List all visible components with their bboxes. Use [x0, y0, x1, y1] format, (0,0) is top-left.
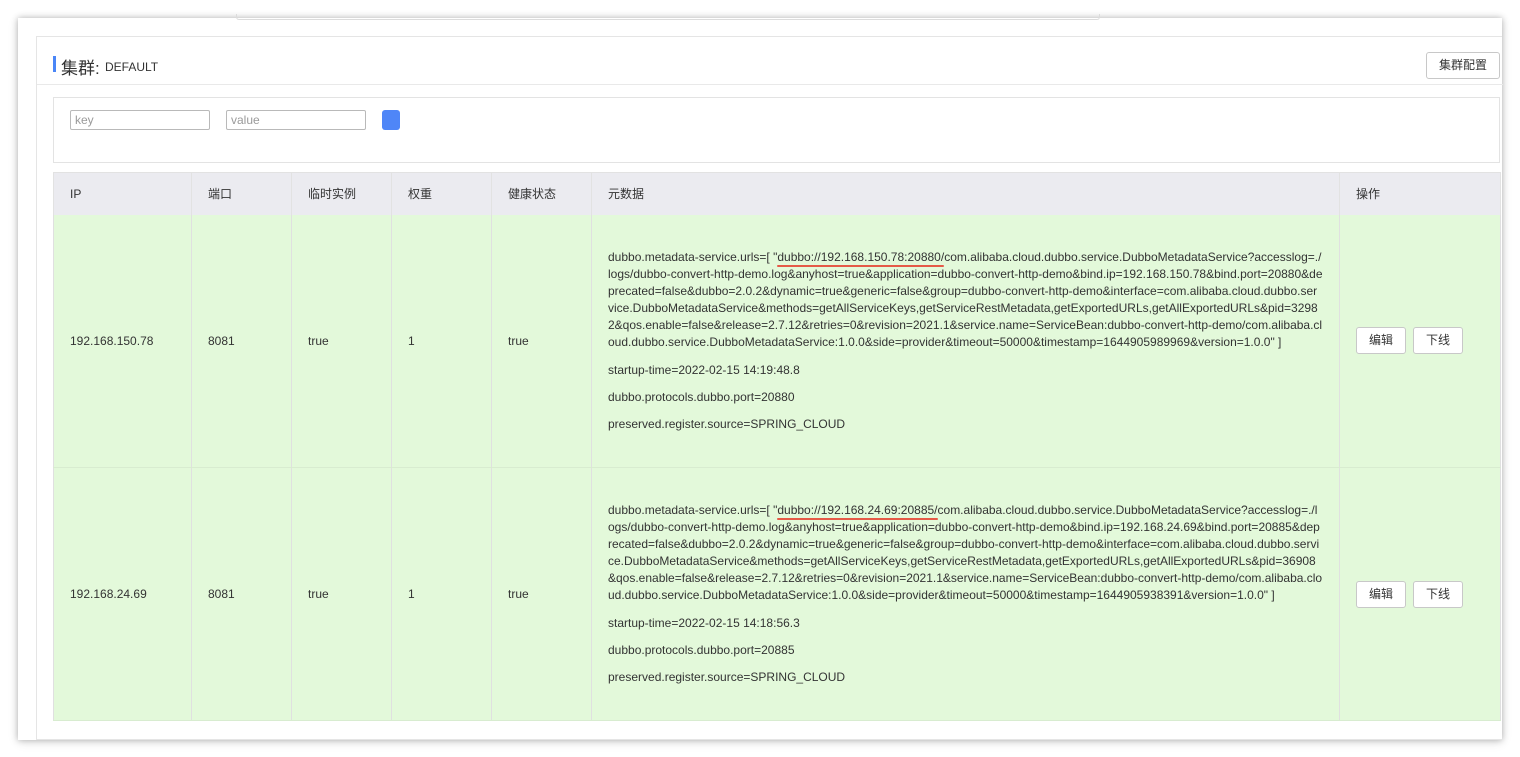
column-header-port: 端口 [191, 172, 292, 215]
cluster-title: 集群: [61, 59, 100, 78]
cluster-name: DEFAULT [105, 60, 159, 74]
column-header-ephemeral: 临时实例 [291, 172, 392, 215]
cluster-accent-bar [53, 56, 56, 72]
column-header-ip: IP [53, 172, 192, 215]
cell-healthy: true [491, 214, 592, 468]
cell-port: 8081 [191, 214, 292, 468]
metadata-startup-time: startup-time=2022-02-15 14:19:48.8 [608, 362, 800, 377]
cell-healthy: true [491, 467, 592, 721]
metadata-register-source: preserved.register.source=SPRING_CLOUD [608, 670, 846, 684]
table-row: 192.168.24.69 8081 true 1 true dubbo.met… [53, 467, 1501, 721]
edit-button[interactable]: 编辑 [1356, 580, 1406, 608]
cell-ephemeral: true [291, 214, 392, 468]
metadata-urls-rest: com.alibaba.cloud.dubbo.service.DubboMet… [608, 503, 1323, 602]
offline-button[interactable]: 下线 [1413, 580, 1463, 608]
metadata-urls-rest: com.alibaba.cloud.dubbo.service.DubboMet… [608, 249, 1323, 349]
table-header-row: IP 端口 临时实例 权重 健康状态 元数据 操作 [53, 172, 1501, 215]
filter-search-button[interactable] [382, 110, 400, 130]
metadata-protocol-port: dubbo.protocols.dubbo.port=20880 [608, 389, 795, 404]
cell-metadata: dubbo.metadata-service.urls=[ "dubbo://1… [591, 214, 1340, 468]
edit-button[interactable]: 编辑 [1356, 327, 1406, 355]
offline-button[interactable]: 下线 [1413, 327, 1463, 355]
metadata-urls-highlight: dubbo://192.168.150.78:20880/ [777, 249, 945, 264]
cluster-panel: 集群: DEFAULT 集群配置 IP 端口 临时实例 权重 健康状态 [36, 36, 1503, 740]
filter-value-input[interactable] [226, 110, 366, 130]
cell-ephemeral: true [291, 467, 392, 721]
metadata-protocol-port: dubbo.protocols.dubbo.port=20885 [608, 643, 795, 657]
cluster-config-button[interactable]: 集群配置 [1426, 52, 1500, 79]
column-header-metadata: 元数据 [591, 172, 1340, 215]
filter-key-input[interactable] [70, 110, 210, 130]
cell-actions: 编辑 下线 [1339, 467, 1501, 721]
cell-actions: 编辑 下线 [1339, 214, 1501, 468]
column-header-weight: 权重 [391, 172, 492, 215]
metadata-filter [53, 97, 1500, 163]
metadata-urls: dubbo.metadata-service.urls=[ "dubbo://1… [608, 502, 1323, 604]
column-header-actions: 操作 [1339, 172, 1501, 215]
cell-ip: 192.168.24.69 [53, 467, 192, 721]
metadata-urls-prefix: dubbo.metadata-service.urls=[ " [608, 503, 778, 517]
app-window: 集群: DEFAULT 集群配置 IP 端口 临时实例 权重 健康状态 [18, 14, 1503, 740]
cell-weight: 1 [391, 467, 492, 721]
instance-table: IP 端口 临时实例 权重 健康状态 元数据 操作 192.168.150.78… [53, 172, 1501, 721]
column-header-health: 健康状态 [491, 172, 592, 215]
cell-weight: 1 [391, 214, 492, 468]
metadata-startup-time: startup-time=2022-02-15 14:18:56.3 [608, 616, 800, 630]
cluster-header: 集群: DEFAULT 集群配置 [37, 37, 1503, 85]
metadata-register-source: preserved.register.source=SPRING_CLOUD [608, 416, 846, 431]
cell-port: 8081 [191, 467, 292, 721]
table-row: 192.168.150.78 8081 true 1 true dubbo.me… [53, 214, 1501, 468]
metadata-urls-prefix: dubbo.metadata-service.urls=[ " [608, 249, 778, 264]
metadata-urls-highlight: dubbo://192.168.24.69:20885/ [777, 503, 938, 517]
cell-metadata: dubbo.metadata-service.urls=[ "dubbo://1… [591, 467, 1340, 721]
metadata-urls: dubbo.metadata-service.urls=[ "dubbo://1… [608, 249, 1323, 351]
cell-ip: 192.168.150.78 [53, 214, 192, 468]
top-search-field-edge[interactable] [236, 14, 1100, 20]
